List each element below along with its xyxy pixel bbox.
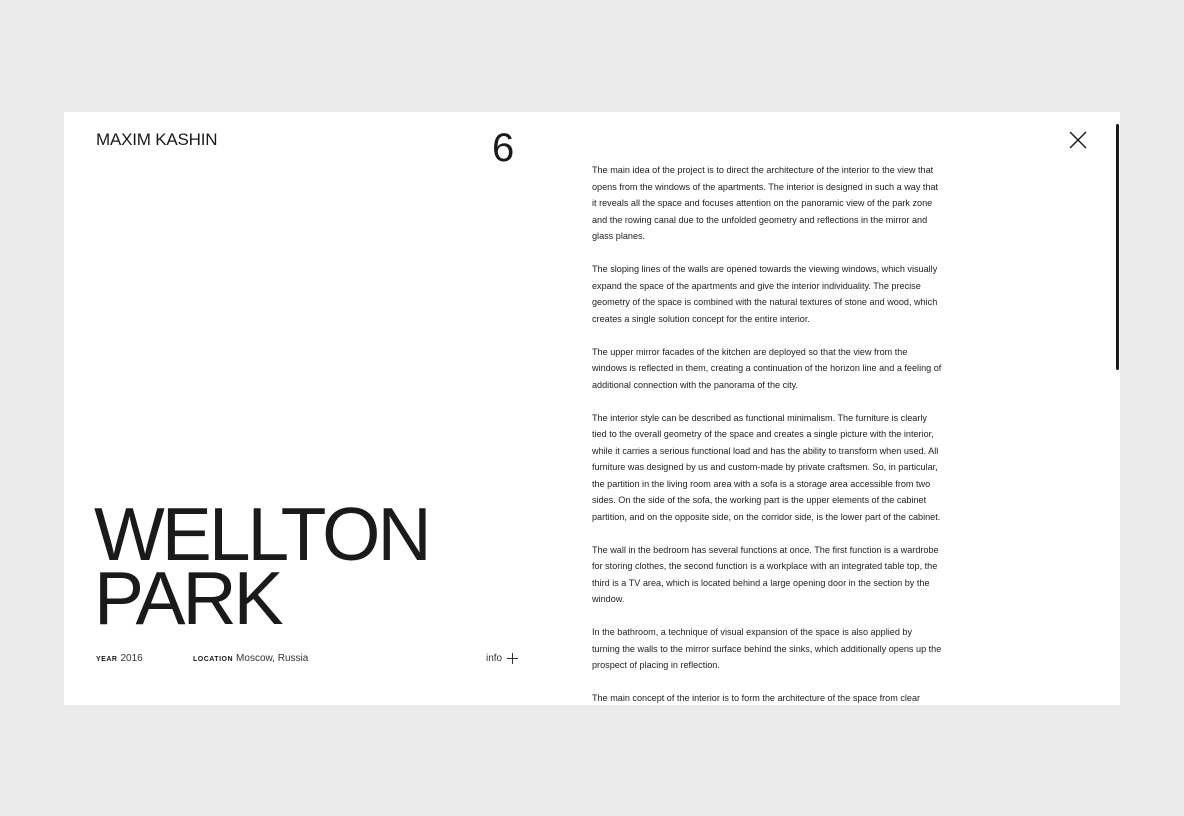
info-label: info — [486, 653, 503, 664]
description-paragraph: The sloping lines of the walls are opene… — [592, 264, 938, 324]
description-paragraph: The wall in the bedroom has several func… — [592, 544, 939, 605]
location-value: Moscow, Russia — [236, 653, 309, 664]
description-paragraph: The upper mirror facades of the kitchen … — [592, 346, 942, 390]
project-title: WELLTON PARK — [94, 497, 432, 636]
project-year: YEAR 2016 — [96, 653, 143, 664]
plus-icon — [507, 653, 519, 664]
location-label: LOCATION — [193, 656, 234, 663]
scrollbar-thumb[interactable] — [1116, 124, 1119, 370]
description-paragraph: The main concept of the interior is to f… — [592, 693, 921, 703]
description-paragraph: The interior style can be described as f… — [592, 412, 941, 522]
year-label: YEAR — [96, 656, 118, 663]
brand-logo[interactable]: MAXIM KASHIN — [96, 130, 218, 150]
project-location: LOCATION Moscow, Russia — [193, 653, 308, 664]
project-number: 6 — [492, 126, 515, 170]
close-icon[interactable] — [1066, 128, 1090, 152]
project-description: The main idea of the project is to direc… — [592, 162, 942, 705]
description-paragraph: In the bathroom, a technique of visual e… — [592, 627, 942, 670]
info-button[interactable]: info — [486, 653, 519, 664]
description-paragraph: The main idea of the project is to direc… — [592, 165, 939, 241]
project-modal: MAXIM KASHIN 6 WELLTON PARK YEAR 2016 LOC… — [64, 112, 1120, 705]
year-value: 2016 — [120, 653, 143, 664]
